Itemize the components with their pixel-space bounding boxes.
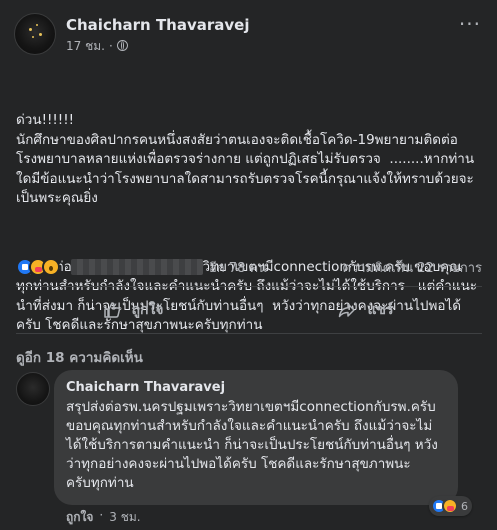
care-reaction-icon (442, 498, 458, 514)
post-stats: อีก 78 คน ความคิดเห็น 22 รายการ (16, 256, 482, 278)
author-avatar[interactable] (14, 13, 56, 55)
meta-separator: · (108, 38, 113, 53)
share-label: แชร์ (367, 302, 394, 318)
header-text: Chaicharn Thavaravej 17 ชม. · (66, 16, 250, 53)
blurred-reactor-names (71, 259, 203, 275)
post-meta: 17 ชม. · (66, 39, 250, 53)
post-time[interactable]: 17 ชม. (66, 39, 105, 53)
like-button[interactable]: ถูกใจ (16, 290, 249, 330)
view-more-comments[interactable]: ดูอีก 18 ความคิดเห็น (16, 346, 143, 368)
comment-reaction-count: 6 (461, 499, 468, 513)
facebook-post: Chaicharn Thavaravej 17 ชม. · ··· ด่วน!!… (0, 0, 497, 530)
post-body-paragraph-1: ด่วน!!!!!! นักศึกษาของศิลปากรคนหนึ่งสงสั… (16, 112, 475, 206)
post-actions: ถูกใจ แชร์ (16, 290, 482, 330)
more-options-icon[interactable]: ··· (459, 14, 481, 34)
comment-bubble: Chaicharn Thavaravej สรุปส่งต่อรพ.นครปฐม… (54, 370, 458, 505)
comment-time[interactable]: 3 ชม. (109, 508, 140, 527)
reaction-icons[interactable] (16, 258, 60, 276)
share-icon (339, 303, 356, 318)
comment-footer: ถูกใจ · 3 ชม. (66, 508, 141, 527)
comment-reaction-badge[interactable]: 6 (429, 496, 472, 516)
globe-icon[interactable] (116, 40, 128, 51)
wow-reaction-icon (42, 258, 60, 276)
divider-top (16, 286, 482, 287)
comment-author-name[interactable]: Chaicharn Thavaravej (66, 379, 444, 396)
post-author-name[interactable]: Chaicharn Thavaravej (66, 16, 250, 35)
like-label: ถูกใจ (131, 302, 164, 318)
comment-text: สรุปส่งต่อรพ.นครปฐมเพราะวิทยาเขตฯมีconne… (66, 399, 438, 491)
others-count[interactable]: อีก 78 คน (209, 257, 267, 278)
share-button[interactable]: แชร์ (249, 290, 482, 330)
comment-like-button[interactable]: ถูกใจ (66, 508, 93, 527)
thumbs-up-icon (103, 302, 120, 318)
post-header: Chaicharn Thavaravej 17 ชม. · (14, 12, 250, 56)
comments-count[interactable]: ความคิดเห็น 22 รายการ (342, 257, 482, 278)
divider-bottom (16, 333, 482, 334)
commenter-avatar[interactable] (16, 372, 50, 406)
comment-footer-separator: · (99, 508, 104, 522)
